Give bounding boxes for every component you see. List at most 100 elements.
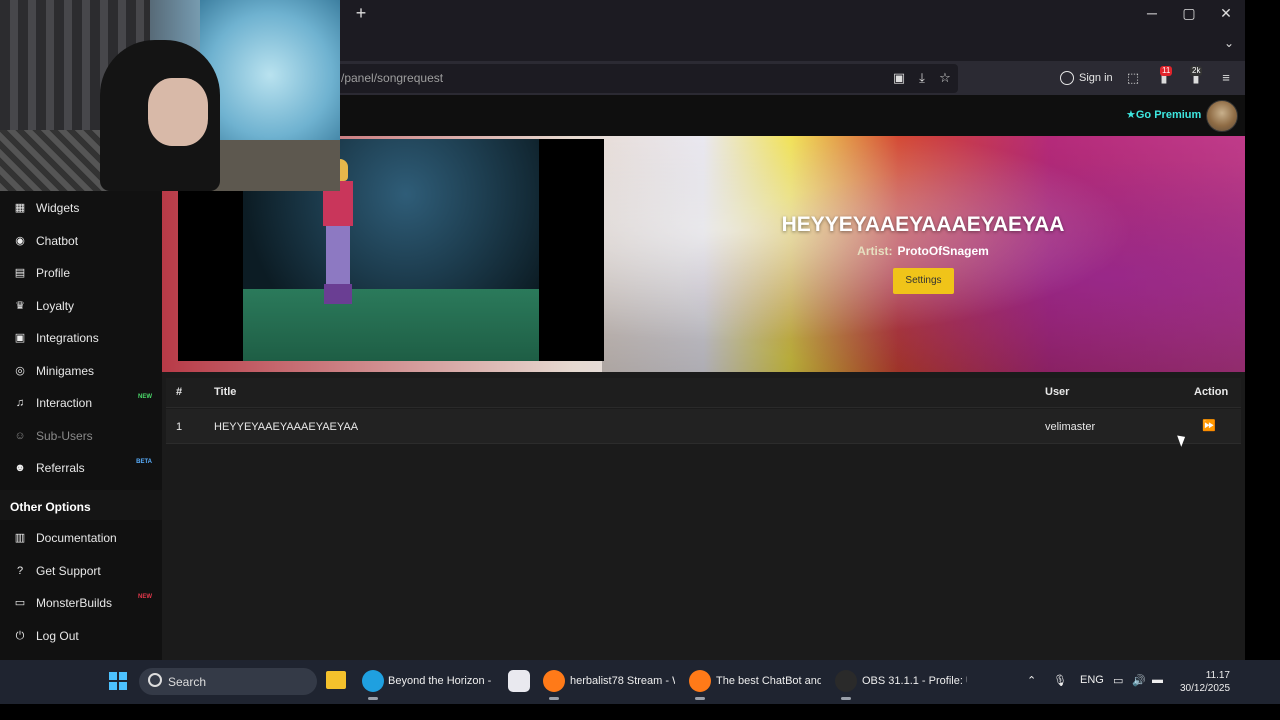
row-index: 1 bbox=[176, 421, 183, 433]
id-card-icon: ▤ bbox=[14, 267, 26, 279]
gamepad-icon: ◎ bbox=[15, 364, 25, 377]
sidebar-item-label: Sub-Users bbox=[36, 428, 93, 443]
sidebar-item-label: Widgets bbox=[36, 201, 80, 215]
help-icon: ? bbox=[16, 564, 24, 577]
minimize-button[interactable]: ─ bbox=[1143, 4, 1161, 22]
other-options-heading: Other Options bbox=[10, 500, 91, 514]
sidebar-item-label: Interaction bbox=[36, 396, 93, 410]
taskbar-active-indicator bbox=[549, 697, 559, 700]
list-all-tabs-button[interactable]: ⌄ bbox=[1220, 34, 1238, 52]
sidebar-item-label: Chatbot bbox=[36, 233, 79, 248]
settings-button[interactable]: Settings bbox=[893, 268, 954, 294]
sidebar-item-documentation[interactable]: ▥ Documentation bbox=[0, 525, 162, 551]
picture-in-picture-icon[interactable]: ▣ bbox=[890, 69, 908, 87]
book-icon: ▥ bbox=[14, 532, 26, 544]
music-icon: ♫ bbox=[15, 397, 25, 409]
bookmark-star-icon[interactable]: ☆ bbox=[936, 69, 954, 87]
sidebar-item-profile[interactable]: ▤ Profile bbox=[0, 260, 162, 286]
sidebar-item-tag: BETA bbox=[136, 459, 152, 465]
taskbar-app-label[interactable]: OBS 31.1.1 - Profile: Untit bbox=[862, 675, 967, 687]
obs-icon[interactable] bbox=[835, 670, 857, 692]
sidebar-item-label: MonsterBuilds bbox=[36, 596, 113, 610]
new-tab-button[interactable]: + bbox=[352, 4, 370, 22]
firefox-icon[interactable] bbox=[689, 670, 711, 692]
now-playing-artist: Artist: ProtoOfSnagem bbox=[703, 244, 1143, 258]
sidebar-item-widgets[interactable]: ▦ Widgets bbox=[0, 195, 162, 221]
extension-badge-1: 11 bbox=[1160, 66, 1173, 76]
clock-time: 11.17 bbox=[1205, 670, 1230, 681]
sidebar-item-log-out[interactable]: ⏻ Log Out bbox=[0, 623, 162, 649]
close-window-button[interactable]: ✕ bbox=[1217, 4, 1235, 22]
bottom-black-strip bbox=[0, 704, 1280, 720]
edge-icon[interactable] bbox=[362, 670, 384, 692]
row-user: velimaster bbox=[1045, 421, 1096, 433]
taskbar-active-indicator bbox=[695, 697, 705, 700]
sidebar-item-tag: NEW bbox=[138, 594, 152, 600]
grid-icon: ▦ bbox=[14, 202, 26, 214]
sidebar-item-interaction[interactable]: ♫ Interaction NEW bbox=[0, 390, 162, 416]
monitor-icon: ▭ bbox=[14, 597, 26, 609]
trophy-icon: ♛ bbox=[15, 299, 25, 312]
download-icon[interactable]: ⤓ bbox=[913, 69, 931, 87]
extensions-icon[interactable]: ⬚ bbox=[1124, 69, 1142, 87]
sidebar-item-label: Referrals bbox=[36, 461, 85, 475]
sidebar-item-integrations[interactable]: ▣ Integrations bbox=[0, 325, 162, 351]
microphone-icon[interactable]: 🎙 bbox=[1053, 674, 1067, 687]
firefox-icon[interactable] bbox=[543, 670, 565, 692]
account-icon bbox=[1060, 71, 1074, 85]
language-indicator[interactable]: ENG bbox=[1080, 674, 1104, 686]
volume-icon[interactable]: 🔊 bbox=[1132, 674, 1146, 687]
network-icon[interactable]: ▭ bbox=[1113, 674, 1123, 687]
taskbar-app-label[interactable]: Beyond the Horizon - Yo bbox=[388, 675, 493, 687]
url-text[interactable]: /panel/songrequest bbox=[341, 71, 443, 85]
maximize-button[interactable]: ▢ bbox=[1180, 4, 1198, 22]
battery-icon[interactable]: ▬ bbox=[1152, 674, 1163, 686]
avatar[interactable] bbox=[1206, 100, 1238, 132]
column-index: # bbox=[176, 386, 183, 398]
row-title: HEYYEYAAEYAAAEYAEYAA bbox=[214, 421, 359, 433]
column-user: User bbox=[1045, 386, 1070, 398]
sidebar-item-sub-users[interactable]: ☺ Sub-Users bbox=[0, 423, 162, 449]
video-grass bbox=[243, 289, 539, 361]
taskbar-search[interactable] bbox=[139, 668, 317, 695]
skip-forward-icon[interactable]: ⏩ bbox=[1201, 419, 1217, 433]
webcam-overlay bbox=[0, 0, 340, 191]
right-black-strip bbox=[1245, 0, 1280, 720]
sign-in-button[interactable]: Sign in bbox=[1060, 68, 1113, 88]
extension-badge-2: 2k bbox=[1190, 66, 1203, 76]
artist-label: Artist: bbox=[857, 244, 893, 258]
sidebar-item-referrals[interactable]: ☻ Referrals BETA bbox=[0, 455, 162, 481]
logout-icon: ⏻ bbox=[15, 629, 25, 642]
store-icon[interactable] bbox=[508, 670, 530, 692]
taskbar-search-label: Search bbox=[168, 675, 207, 689]
search-icon bbox=[148, 673, 162, 687]
taskbar-clock[interactable]: 11.17 30/12/2025 bbox=[1180, 669, 1230, 695]
taskbar-app-label[interactable]: herbalist78 Stream - Wa bbox=[570, 675, 675, 687]
sidebar-item-monsterbuilds[interactable]: ▭ MonsterBuilds NEW bbox=[0, 590, 162, 616]
sign-in-label: Sign in bbox=[1079, 72, 1113, 84]
sidebar-item-label: Log Out bbox=[36, 628, 79, 643]
artist-name: ProtoOfSnagem bbox=[897, 244, 989, 258]
column-action: Action bbox=[1194, 386, 1229, 398]
sidebar-item-label: Minigames bbox=[36, 363, 95, 378]
file-explorer-icon[interactable] bbox=[326, 671, 346, 689]
taskbar-app-label[interactable]: The best ChatBot and W bbox=[716, 675, 821, 687]
sidebar-item-minigames[interactable]: ◎ Minigames bbox=[0, 358, 162, 384]
sidebar-item-label: Documentation bbox=[36, 531, 117, 545]
windows-start-icon[interactable] bbox=[109, 672, 127, 690]
sidebar-item-label: Profile bbox=[36, 266, 71, 280]
taskbar-active-indicator bbox=[841, 697, 851, 700]
sidebar-item-get-support[interactable]: ? Get Support bbox=[0, 558, 162, 584]
users-icon: ☺ bbox=[14, 429, 26, 442]
tray-overflow-icon[interactable]: ⌃ bbox=[1027, 674, 1036, 687]
menu-icon[interactable]: ≡ bbox=[1217, 69, 1235, 87]
go-premium-link[interactable]: ★Go Premium bbox=[1126, 108, 1201, 121]
clock-date: 30/12/2025 bbox=[1180, 683, 1231, 694]
star-icon: ★ bbox=[1126, 109, 1136, 121]
sidebar-item-label: Integrations bbox=[36, 331, 99, 345]
column-title: Title bbox=[214, 386, 237, 398]
go-premium-label: Go Premium bbox=[1135, 109, 1202, 121]
sidebar-item-loyalty[interactable]: ♛ Loyalty bbox=[0, 293, 162, 319]
robot-icon: ◉ bbox=[15, 234, 25, 247]
sidebar-item-chatbot[interactable]: ◉ Chatbot bbox=[0, 228, 162, 254]
